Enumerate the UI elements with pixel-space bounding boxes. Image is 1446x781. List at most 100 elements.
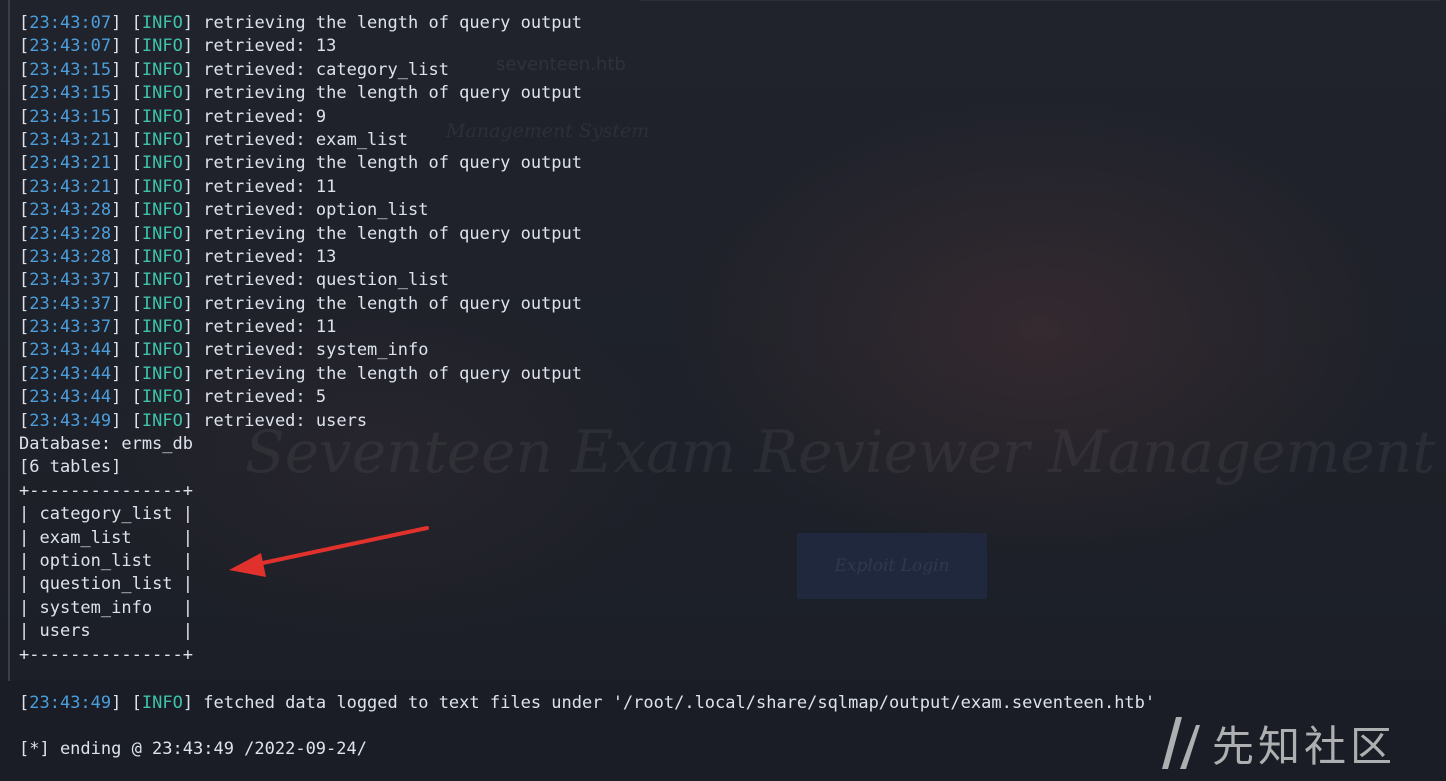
log-level: INFO [141, 13, 183, 33]
log-level: INFO [141, 293, 183, 314]
terminal-output: [23:43:07] [INFO] retrieving the length … [19, 12, 1439, 667]
log-message: retrieved: system_info [203, 340, 429, 361]
table-count-line: [6 tables] [19, 457, 122, 478]
log-line: [23:43:21] [INFO] retrieving the length … [19, 153, 582, 174]
log-level: INFO [141, 317, 183, 338]
footer-timestamp: 23:43:49 [29, 693, 112, 713]
log-message: retrieved: users [203, 410, 368, 431]
log-line: [23:43:07] [INFO] retrieving the length … [19, 13, 582, 33]
log-level: INFO [141, 200, 183, 221]
log-message: retrieved: 11 [203, 317, 337, 338]
log-level: INFO [141, 387, 183, 408]
log-message: retrieved: 9 [203, 106, 327, 127]
log-line: [23:43:37] [INFO] retrieving the length … [19, 293, 582, 314]
watermark-text: 先知社区 [1212, 721, 1397, 771]
log-message: retrieved: question_list [203, 270, 449, 291]
log-line: [23:43:37] [INFO] retrieved: 11 [19, 317, 337, 338]
log-line: [23:43:15] [INFO] retrieved: category_li… [19, 59, 449, 80]
tables-list: | category_list | | exam_list | | option_l… [19, 503, 1439, 643]
footer-log-line: [23:43:49] [INFO] fetched data logged to… [19, 693, 1156, 713]
xianzhi-logo-icon [1162, 717, 1200, 769]
log-level: INFO [141, 270, 183, 291]
database-line: Database: erms_db [19, 434, 193, 455]
log-timestamp: 23:43:44 [29, 387, 112, 408]
background-divider [640, 0, 1440, 1]
log-line: [23:43:15] [INFO] retrieved: 9 [19, 106, 327, 127]
log-level: INFO [141, 106, 183, 127]
log-level: INFO [141, 36, 183, 57]
log-timestamp: 23:43:44 [29, 363, 112, 384]
log-line: [23:43:44] [INFO] retrieved: system_info [19, 340, 429, 361]
log-level: INFO [141, 363, 183, 384]
log-message: retrieved: option_list [203, 200, 429, 221]
log-level: INFO [141, 340, 183, 361]
log-level: INFO [141, 153, 183, 174]
table-name: system_info [39, 597, 153, 618]
log-line: [23:43:44] [INFO] retrieved: 5 [19, 387, 327, 408]
table-name: question_list [39, 574, 173, 595]
log-message: retrieved: 13 [203, 246, 337, 267]
table-row: | category_list | [19, 504, 194, 525]
ending-line: [*] ending @ 23:43:49 /2022-09-24/ [19, 739, 367, 759]
table-name: users [39, 621, 91, 642]
log-message: retrieved: exam_list [203, 129, 408, 150]
log-line: [23:43:15] [INFO] retrieving the length … [19, 83, 582, 104]
log-line: [23:43:21] [INFO] retrieved: 11 [19, 176, 337, 197]
log-timestamp: 23:43:15 [29, 83, 112, 104]
log-message: retrieved: category_list [203, 59, 449, 80]
footer-message: fetched data logged to text files under … [203, 693, 1156, 713]
log-timestamp: 23:43:15 [29, 106, 112, 127]
log-timestamp: 23:43:28 [29, 200, 112, 221]
log-timestamp: 23:43:37 [29, 317, 112, 338]
log-message: retrieving the length of query output [203, 293, 582, 314]
log-message: retrieved: 5 [203, 387, 327, 408]
table-row: | system_info | [19, 597, 194, 618]
table-row: | users | [19, 621, 194, 642]
table-row: | exam_list | [19, 527, 194, 548]
log-line: [23:43:44] [INFO] retrieving the length … [19, 363, 582, 384]
log-line: [23:43:07] [INFO] retrieved: 13 [19, 36, 337, 57]
log-timestamp: 23:43:21 [29, 129, 112, 150]
log-message: retrieving the length of query output [203, 83, 582, 104]
sqlmap-log: [23:43:07] [INFO] retrieving the length … [19, 12, 1439, 433]
log-message: retrieving the length of query output [203, 223, 582, 244]
log-level: INFO [141, 246, 183, 267]
log-timestamp: 23:43:15 [29, 59, 112, 80]
log-line: [23:43:49] [INFO] retrieved: users [19, 410, 368, 431]
log-level: INFO [141, 223, 183, 244]
log-timestamp: 23:43:07 [29, 36, 112, 57]
table-border-bottom: +---------------+ [19, 644, 193, 665]
log-timestamp: 23:43:44 [29, 340, 112, 361]
table-border-top: +---------------+ [19, 480, 193, 501]
log-level: INFO [141, 59, 183, 80]
log-message: retrieving the length of query output [203, 13, 582, 33]
log-level: INFO [141, 129, 183, 150]
log-timestamp: 23:43:07 [29, 13, 112, 33]
footer-level: INFO [141, 693, 183, 713]
table-row: | option_list | [19, 550, 194, 571]
watermark: 先知社区 [1160, 708, 1440, 778]
terminal-left-border [8, 0, 10, 681]
log-level: INFO [141, 83, 183, 104]
log-line: [23:43:28] [INFO] retrieved: option_list [19, 200, 429, 221]
log-timestamp: 23:43:21 [29, 153, 112, 174]
log-line: [23:43:37] [INFO] retrieved: question_li… [19, 270, 449, 291]
log-message: retrieved: 11 [203, 176, 337, 197]
log-message: retrieved: 13 [203, 36, 337, 57]
log-level: INFO [141, 410, 183, 431]
log-line: [23:43:28] [INFO] retrieving the length … [19, 223, 582, 244]
log-timestamp: 23:43:37 [29, 293, 112, 314]
log-line: [23:43:28] [INFO] retrieved: 13 [19, 246, 337, 267]
log-message: retrieving the length of query output [203, 363, 582, 384]
log-timestamp: 23:43:28 [29, 246, 112, 267]
log-timestamp: 23:43:49 [29, 410, 112, 431]
log-timestamp: 23:43:21 [29, 176, 112, 197]
table-name: option_list [39, 550, 153, 571]
log-line: [23:43:21] [INFO] retrieved: exam_list [19, 129, 408, 150]
table-row: | question_list | [19, 574, 194, 595]
table-name: exam_list [39, 527, 132, 548]
log-timestamp: 23:43:37 [29, 270, 112, 291]
log-timestamp: 23:43:28 [29, 223, 112, 244]
log-level: INFO [141, 176, 183, 197]
table-name: category_list [39, 504, 173, 525]
